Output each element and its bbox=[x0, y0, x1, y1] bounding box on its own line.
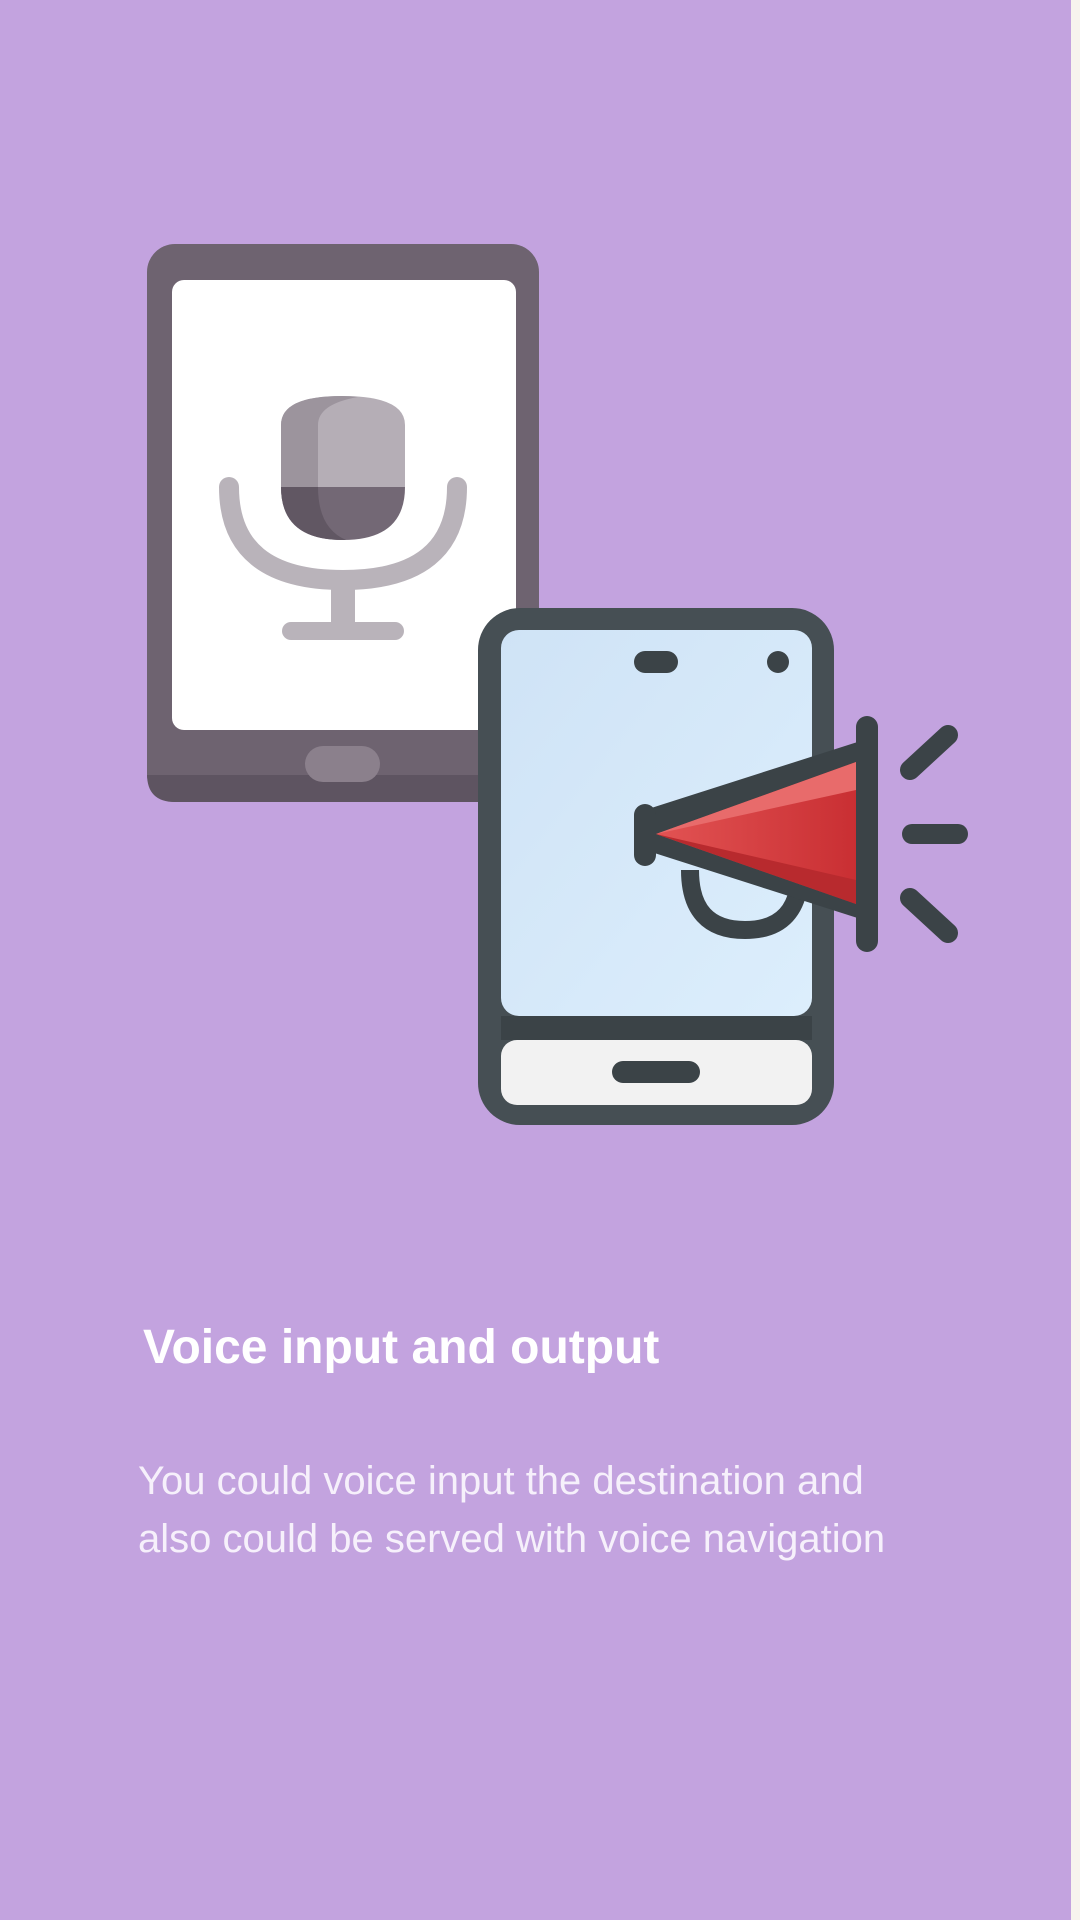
voice-illustration bbox=[147, 244, 968, 1125]
page-title: Voice input and output bbox=[143, 1321, 660, 1374]
next-page-edge bbox=[1071, 0, 1080, 1920]
phone-megaphone-icon bbox=[478, 608, 968, 1125]
description-line-1: You could voice input the destination an… bbox=[138, 1459, 864, 1503]
page-description: You could voice input the destination an… bbox=[138, 1452, 1038, 1568]
description-line-2: also could be served with voice navigati… bbox=[138, 1517, 886, 1561]
onboarding-screen: Voice input and output You could voice i… bbox=[0, 0, 1080, 1920]
